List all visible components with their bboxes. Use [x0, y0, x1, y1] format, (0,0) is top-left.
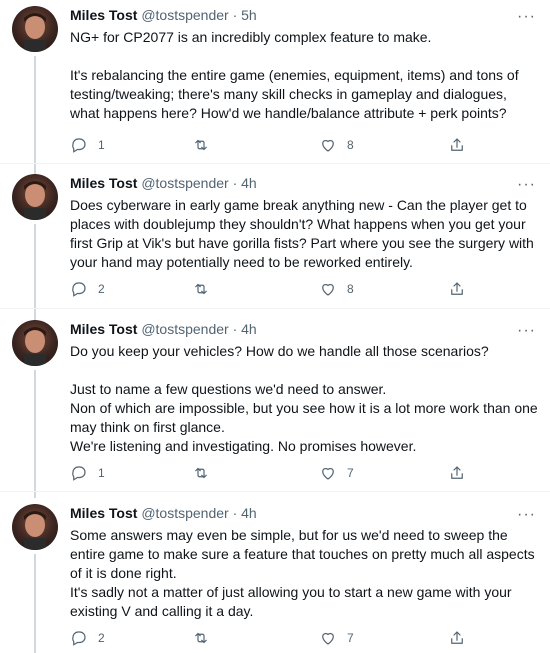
like-button[interactable]: 8: [319, 280, 354, 298]
reply-icon: [72, 282, 86, 297]
more-icon[interactable]: ···: [517, 506, 536, 524]
share-icon: [451, 138, 463, 151]
tweet-header: Miles Tost @tostspender · 5h: [70, 7, 257, 27]
separator-dot: ·: [232, 505, 238, 521]
like-count: 8: [347, 282, 354, 296]
retweet-icon: [195, 632, 207, 644]
tweet-header: Miles Tost @tostspender · 4h: [70, 175, 257, 195]
timestamp[interactable]: 4h: [241, 321, 257, 337]
more-icon[interactable]: ···: [517, 322, 536, 340]
like-count: 7: [347, 631, 354, 645]
author-name[interactable]: Miles Tost: [70, 175, 137, 191]
more-icon[interactable]: ···: [517, 176, 536, 194]
like-count: 7: [347, 466, 354, 480]
tweet-thread: Miles Tost @tostspender · 5h ··· NG+ for…: [0, 0, 550, 653]
share-button[interactable]: [448, 280, 466, 298]
retweet-button[interactable]: [192, 280, 220, 298]
tweet-text: Does cyberware in early game break anyth…: [70, 197, 534, 270]
tweet-actions: 1 8: [70, 136, 540, 156]
thread-connector: [34, 56, 36, 174]
share-icon: [451, 466, 463, 479]
reply-button[interactable]: 2: [70, 280, 105, 298]
retweet-button[interactable]: [192, 464, 220, 482]
author-name[interactable]: Miles Tost: [70, 505, 137, 521]
tweet-text: NG+ for CP2077 is an incredibly complex …: [70, 29, 519, 121]
share-icon: [451, 631, 463, 644]
author-handle[interactable]: @tostspender: [141, 505, 228, 521]
reply-count: 2: [98, 631, 105, 645]
thread-connector: [34, 224, 36, 320]
like-button[interactable]: 8: [319, 136, 354, 154]
share-icon: [451, 282, 463, 295]
like-icon: [322, 632, 334, 645]
separator-dot: ·: [232, 321, 238, 337]
reply-count: 2: [98, 282, 105, 296]
reply-count: 1: [98, 138, 105, 152]
retweet-icon: [195, 467, 207, 479]
avatar[interactable]: [12, 174, 58, 220]
tweet-header: Miles Tost @tostspender · 4h: [70, 505, 257, 525]
retweet-icon: [195, 139, 207, 151]
reply-icon: [72, 138, 86, 153]
tweet-divider: [0, 308, 550, 309]
tweet-header: Miles Tost @tostspender · 4h: [70, 321, 257, 341]
avatar[interactable]: [12, 320, 58, 366]
author-name[interactable]: Miles Tost: [70, 321, 137, 337]
tweet-actions: 2 7: [70, 629, 540, 649]
like-icon: [322, 283, 334, 296]
reply-icon: [72, 466, 86, 481]
thread-connector: [34, 554, 36, 653]
like-count: 8: [347, 138, 354, 152]
reply-icon: [72, 631, 86, 646]
retweet-button[interactable]: [192, 136, 220, 154]
author-name[interactable]: Miles Tost: [70, 7, 137, 23]
retweet-icon: [195, 283, 207, 295]
timestamp[interactable]: 4h: [241, 505, 257, 521]
avatar[interactable]: [12, 504, 58, 550]
author-handle[interactable]: @tostspender: [141, 175, 228, 191]
author-handle[interactable]: @tostspender: [141, 7, 228, 23]
thread-connector: [34, 370, 36, 498]
separator-dot: ·: [232, 7, 238, 23]
tweet-divider: [0, 491, 550, 492]
like-icon: [322, 139, 334, 152]
separator-dot: ·: [232, 175, 238, 191]
reply-button[interactable]: 2: [70, 629, 105, 647]
reply-button[interactable]: 1: [70, 136, 105, 154]
tweet-actions: 1 7: [70, 464, 540, 484]
retweet-button[interactable]: [192, 629, 220, 647]
like-button[interactable]: 7: [319, 629, 354, 647]
tweet-text: Some answers may even be simple, but for…: [70, 527, 535, 619]
share-button[interactable]: [448, 629, 466, 647]
tweet-text: Do you keep your vehicles? How do we han…: [70, 343, 538, 454]
share-button[interactable]: [448, 136, 466, 154]
timestamp[interactable]: 4h: [241, 175, 257, 191]
timestamp[interactable]: 5h: [241, 7, 257, 23]
like-button[interactable]: 7: [319, 464, 354, 482]
reply-count: 1: [98, 466, 105, 480]
share-button[interactable]: [448, 464, 466, 482]
like-icon: [322, 467, 334, 480]
tweet-divider: [0, 163, 550, 164]
author-handle[interactable]: @tostspender: [141, 321, 228, 337]
reply-button[interactable]: 1: [70, 464, 105, 482]
more-icon[interactable]: ···: [517, 8, 536, 26]
avatar[interactable]: [12, 6, 58, 52]
tweet-actions: 2 8: [70, 280, 540, 300]
